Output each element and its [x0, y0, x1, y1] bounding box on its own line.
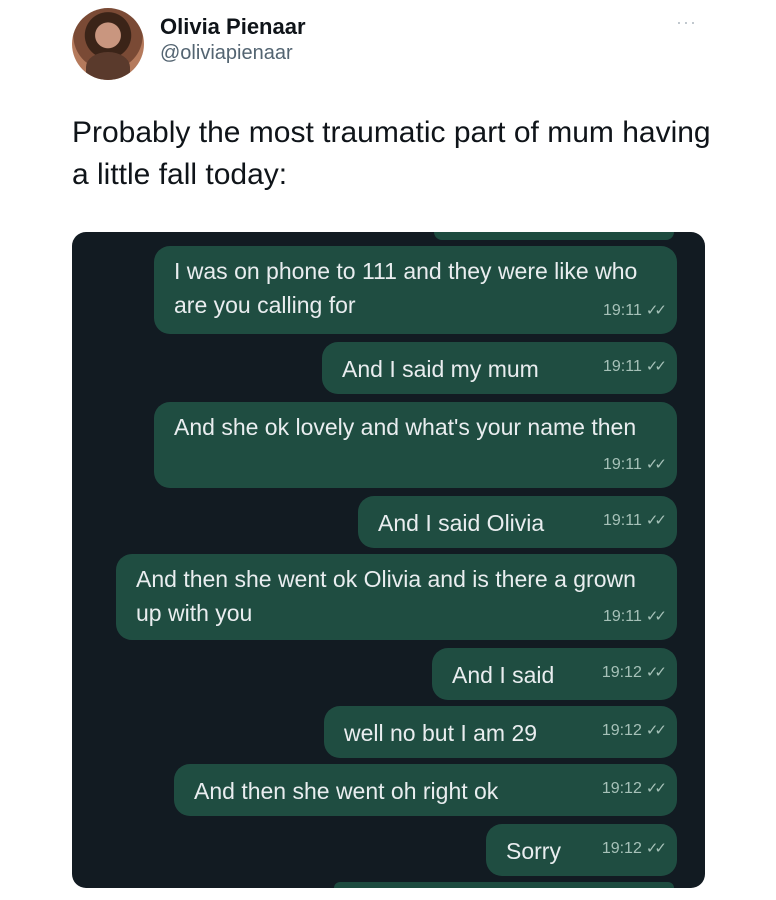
message-text: I was on phone to 111 and they were like…: [174, 258, 638, 318]
read-receipt-icon: ✓✓: [645, 456, 667, 473]
read-receipt-icon: ✓✓: [645, 608, 667, 625]
message-time: 19:12 ✓✓: [602, 832, 667, 866]
author-name[interactable]: Olivia Pienaar: [160, 14, 306, 40]
read-receipt-icon: ✓✓: [645, 664, 667, 681]
message-bubble: Sorry 19:12 ✓✓: [486, 824, 677, 876]
author-handle[interactable]: @oliviapienaar: [160, 42, 293, 65]
message-time: 19:12 ✓✓: [602, 772, 667, 806]
read-receipt-icon: ✓✓: [645, 840, 667, 857]
message-text: And she ok lovely and what's your name t…: [174, 414, 637, 440]
message-text: And then she went oh right ok: [194, 778, 499, 804]
read-receipt-icon: ✓✓: [645, 358, 667, 375]
message-time: 19:11 ✓✓: [603, 350, 667, 384]
message-bubble: And then she went ok Olivia and is there…: [116, 554, 677, 640]
message-bubble: well no but I am 29 19:12 ✓✓: [324, 706, 677, 758]
message-time: 19:11 ✓✓: [603, 600, 667, 634]
tweet-text: Probably the most traumatic part of mum …: [72, 116, 711, 191]
read-receipt-icon: ✓✓: [645, 722, 667, 739]
read-receipt-icon: ✓✓: [645, 780, 667, 797]
message-bubble: I was on phone to 111 and they were like…: [154, 246, 677, 334]
more-options-icon[interactable]: ···: [676, 10, 700, 34]
message-text: And then she went ok Olivia and is there…: [136, 566, 636, 626]
next-bubble-edge: [334, 882, 674, 888]
message-bubble: And I said my mum 19:11 ✓✓: [322, 342, 677, 394]
message-time: 19:12 ✓✓: [602, 714, 667, 748]
message-bubble: And she ok lovely and what's your name t…: [154, 402, 677, 488]
message-time: 19:12 ✓✓: [602, 656, 667, 690]
tweet-avatar[interactable]: [72, 8, 144, 80]
read-receipt-icon: ✓✓: [645, 512, 667, 529]
message-time: 19:11 ✓✓: [603, 294, 667, 328]
previous-bubble-edge: [434, 232, 674, 240]
message-time: 19:11 ✓✓: [603, 448, 667, 482]
message-time: 19:11 ✓✓: [603, 504, 667, 538]
message-bubble: And then she went oh right ok 19:12 ✓✓: [174, 764, 677, 816]
chat-screenshot: I was on phone to 111 and they were like…: [72, 232, 705, 888]
read-receipt-icon: ✓✓: [645, 302, 667, 319]
message-bubble: And I said Olivia 19:11 ✓✓: [358, 496, 677, 548]
message-bubble: And I said 19:12 ✓✓: [432, 648, 677, 700]
